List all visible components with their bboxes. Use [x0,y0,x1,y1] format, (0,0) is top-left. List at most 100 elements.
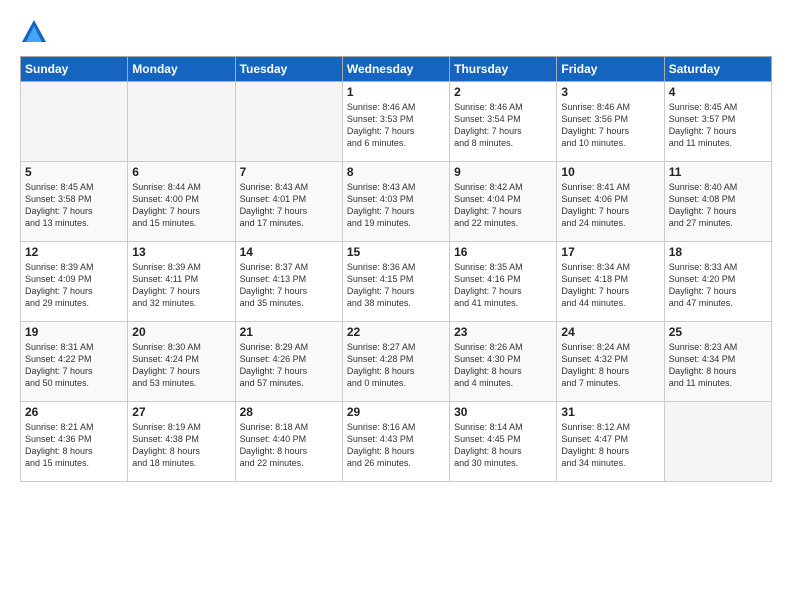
day-cell: 15 Sunrise: 8:36 AM Sunset: 4:15 PM Dayli… [342,242,449,322]
week-row-1: 1Sunrise: 8:46 AM Sunset: 3:53 PM Daylig… [21,82,772,162]
day-info: Sunrise: 8:31 AM Sunset: 4:22 PM Dayligh… [25,341,123,390]
day-info: Sunrise: 8:21 AM Sunset: 4:36 PM Dayligh… [25,421,123,470]
day-info: Sunrise: 8:33 AM Sunset: 4:20 PM Dayligh… [669,261,767,310]
header-row: SundayMondayTuesdayWednesdayThursdayFrid… [21,57,772,82]
day-info: Sunrise: 8:34 AM Sunset: 4:18 PM Dayligh… [561,261,659,310]
week-row-3: 12 Sunrise: 8:39 AM Sunset: 4:09 PM Dayli… [21,242,772,322]
day-number: 6 [132,165,230,179]
logo-icon [20,18,48,46]
day-cell: 30 Sunrise: 8:14 AM Sunset: 4:45 PM Dayli… [450,402,557,482]
day-info: Sunrise: 8:29 AM Sunset: 4:26 PM Dayligh… [240,341,338,390]
calendar: SundayMondayTuesdayWednesdayThursdayFrid… [20,56,772,482]
day-number: 27 [132,405,230,419]
day-info: Sunrise: 8:43 AM Sunset: 4:03 PM Dayligh… [347,181,445,230]
day-number: 5 [25,165,123,179]
day-cell: 29Sunrise: 8:16 AM Sunset: 4:43 PM Dayli… [342,402,449,482]
day-number: 19 [25,325,123,339]
day-cell: 1Sunrise: 8:46 AM Sunset: 3:53 PM Daylig… [342,82,449,162]
day-info: Sunrise: 8:40 AM Sunset: 4:08 PM Dayligh… [669,181,767,230]
day-number: 14 [240,245,338,259]
week-row-5: 26 Sunrise: 8:21 AM Sunset: 4:36 PM Dayli… [21,402,772,482]
col-header-tuesday: Tuesday [235,57,342,82]
day-number: 3 [561,85,659,99]
day-cell: 17 Sunrise: 8:34 AM Sunset: 4:18 PM Dayli… [557,242,664,322]
col-header-thursday: Thursday [450,57,557,82]
day-info: Sunrise: 8:14 AM Sunset: 4:45 PM Dayligh… [454,421,552,470]
col-header-wednesday: Wednesday [342,57,449,82]
day-number: 17 [561,245,659,259]
day-number: 22 [347,325,445,339]
day-number: 30 [454,405,552,419]
day-cell: 27 Sunrise: 8:19 AM Sunset: 4:38 PM Dayli… [128,402,235,482]
day-cell [21,82,128,162]
week-row-2: 5 Sunrise: 8:45 AM Sunset: 3:58 PM Daylig… [21,162,772,242]
day-info: Sunrise: 8:30 AM Sunset: 4:24 PM Dayligh… [132,341,230,390]
day-info: Sunrise: 8:46 AM Sunset: 3:56 PM Dayligh… [561,101,659,150]
day-info: Sunrise: 8:45 AM Sunset: 3:58 PM Dayligh… [25,181,123,230]
col-header-friday: Friday [557,57,664,82]
day-cell: 11 Sunrise: 8:40 AM Sunset: 4:08 PM Dayli… [664,162,771,242]
day-cell [235,82,342,162]
day-cell: 18Sunrise: 8:33 AM Sunset: 4:20 PM Dayli… [664,242,771,322]
day-info: Sunrise: 8:44 AM Sunset: 4:00 PM Dayligh… [132,181,230,230]
day-cell: 28Sunrise: 8:18 AM Sunset: 4:40 PM Dayli… [235,402,342,482]
day-cell: 13 Sunrise: 8:39 AM Sunset: 4:11 PM Dayli… [128,242,235,322]
day-cell: 3 Sunrise: 8:46 AM Sunset: 3:56 PM Daylig… [557,82,664,162]
day-cell: 12 Sunrise: 8:39 AM Sunset: 4:09 PM Dayli… [21,242,128,322]
day-cell: 6 Sunrise: 8:44 AM Sunset: 4:00 PM Daylig… [128,162,235,242]
day-info: Sunrise: 8:43 AM Sunset: 4:01 PM Dayligh… [240,181,338,230]
day-number: 31 [561,405,659,419]
day-info: Sunrise: 8:37 AM Sunset: 4:13 PM Dayligh… [240,261,338,310]
day-number: 1 [347,85,445,99]
day-info: Sunrise: 8:18 AM Sunset: 4:40 PM Dayligh… [240,421,338,470]
day-info: Sunrise: 8:36 AM Sunset: 4:15 PM Dayligh… [347,261,445,310]
day-number: 10 [561,165,659,179]
day-info: Sunrise: 8:23 AM Sunset: 4:34 PM Dayligh… [669,341,767,390]
day-number: 21 [240,325,338,339]
day-info: Sunrise: 8:19 AM Sunset: 4:38 PM Dayligh… [132,421,230,470]
day-cell: 24 Sunrise: 8:24 AM Sunset: 4:32 PM Dayli… [557,322,664,402]
day-number: 7 [240,165,338,179]
day-cell: 2 Sunrise: 8:46 AM Sunset: 3:54 PM Daylig… [450,82,557,162]
day-info: Sunrise: 8:35 AM Sunset: 4:16 PM Dayligh… [454,261,552,310]
day-info: Sunrise: 8:39 AM Sunset: 4:09 PM Dayligh… [25,261,123,310]
day-cell: 9Sunrise: 8:42 AM Sunset: 4:04 PM Daylig… [450,162,557,242]
day-info: Sunrise: 8:12 AM Sunset: 4:47 PM Dayligh… [561,421,659,470]
day-number: 25 [669,325,767,339]
day-cell: 22 Sunrise: 8:27 AM Sunset: 4:28 PM Dayli… [342,322,449,402]
day-number: 15 [347,245,445,259]
day-info: Sunrise: 8:26 AM Sunset: 4:30 PM Dayligh… [454,341,552,390]
day-cell [128,82,235,162]
day-info: Sunrise: 8:24 AM Sunset: 4:32 PM Dayligh… [561,341,659,390]
header [20,18,772,46]
day-number: 2 [454,85,552,99]
day-info: Sunrise: 8:42 AM Sunset: 4:04 PM Dayligh… [454,181,552,230]
day-number: 16 [454,245,552,259]
day-number: 12 [25,245,123,259]
day-cell: 7 Sunrise: 8:43 AM Sunset: 4:01 PM Daylig… [235,162,342,242]
day-cell: 25 Sunrise: 8:23 AM Sunset: 4:34 PM Dayli… [664,322,771,402]
day-cell: 16 Sunrise: 8:35 AM Sunset: 4:16 PM Dayli… [450,242,557,322]
day-cell: 20Sunrise: 8:30 AM Sunset: 4:24 PM Dayli… [128,322,235,402]
day-cell: 23 Sunrise: 8:26 AM Sunset: 4:30 PM Dayli… [450,322,557,402]
day-number: 11 [669,165,767,179]
day-info: Sunrise: 8:45 AM Sunset: 3:57 PM Dayligh… [669,101,767,150]
logo [20,18,52,46]
day-number: 26 [25,405,123,419]
day-number: 24 [561,325,659,339]
day-info: Sunrise: 8:16 AM Sunset: 4:43 PM Dayligh… [347,421,445,470]
day-cell: 21 Sunrise: 8:29 AM Sunset: 4:26 PM Dayli… [235,322,342,402]
day-number: 8 [347,165,445,179]
day-info: Sunrise: 8:39 AM Sunset: 4:11 PM Dayligh… [132,261,230,310]
day-number: 23 [454,325,552,339]
day-cell [664,402,771,482]
day-cell: 5 Sunrise: 8:45 AM Sunset: 3:58 PM Daylig… [21,162,128,242]
day-number: 13 [132,245,230,259]
day-info: Sunrise: 8:41 AM Sunset: 4:06 PM Dayligh… [561,181,659,230]
day-cell: 8 Sunrise: 8:43 AM Sunset: 4:03 PM Daylig… [342,162,449,242]
col-header-monday: Monday [128,57,235,82]
day-cell: 31 Sunrise: 8:12 AM Sunset: 4:47 PM Dayli… [557,402,664,482]
col-header-saturday: Saturday [664,57,771,82]
day-info: Sunrise: 8:46 AM Sunset: 3:54 PM Dayligh… [454,101,552,150]
day-info: Sunrise: 8:27 AM Sunset: 4:28 PM Dayligh… [347,341,445,390]
